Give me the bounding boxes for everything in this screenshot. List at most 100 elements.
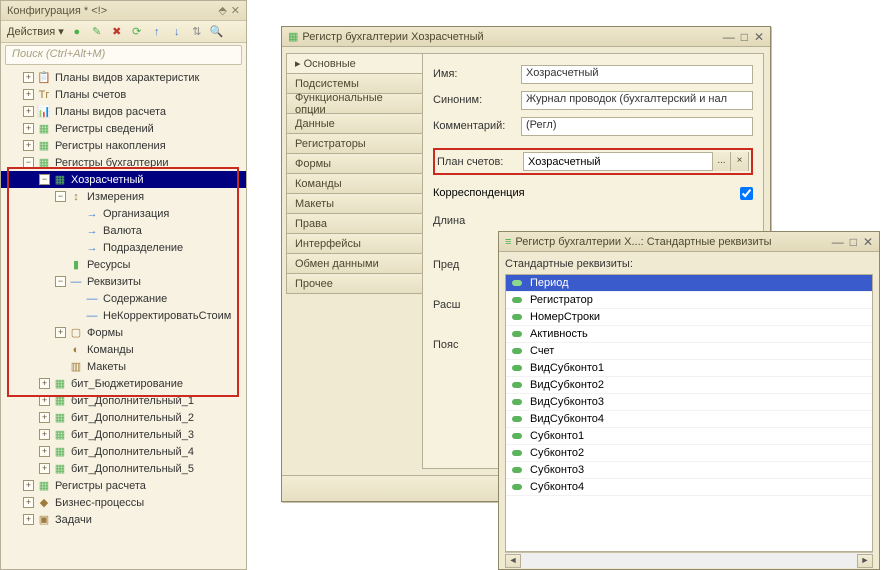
name-input[interactable]: Хозрасчетный: [521, 65, 753, 84]
expander-icon[interactable]: +: [55, 327, 66, 338]
tree-row[interactable]: →Валюта: [1, 222, 246, 239]
expander-icon[interactable]: +: [23, 140, 34, 151]
down-icon[interactable]: ↓: [170, 25, 184, 39]
expander-icon[interactable]: +: [23, 106, 34, 117]
expander-icon[interactable]: +: [23, 514, 34, 525]
tab-item[interactable]: Прочее: [286, 273, 422, 294]
tree-row[interactable]: +▢Формы: [1, 324, 246, 341]
tree-row[interactable]: —НеКорректироватьСтоим: [1, 307, 246, 324]
list-item[interactable]: Активность: [506, 326, 872, 343]
minimize-icon[interactable]: —: [723, 30, 735, 44]
tree-row[interactable]: +▦Регистры накопления: [1, 137, 246, 154]
expander-icon[interactable]: +: [39, 395, 50, 406]
tab-item[interactable]: Команды: [286, 173, 422, 194]
tab-item[interactable]: Интерфейсы: [286, 233, 422, 254]
scroll-right-button[interactable]: ►: [857, 554, 873, 568]
corr-checkbox[interactable]: [740, 187, 753, 200]
plan-clear-button[interactable]: ×: [730, 152, 748, 171]
list-item[interactable]: Период: [506, 275, 872, 292]
list-item[interactable]: ВидСубконто1: [506, 360, 872, 377]
tree-row[interactable]: ▥Макеты: [1, 358, 246, 375]
tab-item[interactable]: Права: [286, 213, 422, 234]
scroll-left-button[interactable]: ◄: [505, 554, 521, 568]
list-item[interactable]: Регистратор: [506, 292, 872, 309]
up-icon[interactable]: ↑: [150, 25, 164, 39]
maximize-icon[interactable]: □: [850, 235, 857, 249]
tree-row[interactable]: ◐Команды: [1, 341, 246, 358]
tab-item[interactable]: Формы: [286, 153, 422, 174]
tab-item[interactable]: Данные: [286, 113, 422, 134]
expander-icon[interactable]: +: [39, 446, 50, 457]
tree-row[interactable]: +◆Бизнес-процессы: [1, 494, 246, 511]
tree-row[interactable]: →Подразделение: [1, 239, 246, 256]
list-item[interactable]: Счет: [506, 343, 872, 360]
expander-icon[interactable]: −: [23, 157, 34, 168]
syn-input[interactable]: Журнал проводок (бухгалтерский и нал: [521, 91, 753, 110]
comment-input[interactable]: (Регл): [521, 117, 753, 136]
expander-icon[interactable]: +: [23, 123, 34, 134]
close-icon[interactable]: ✕: [231, 4, 240, 17]
tree-row[interactable]: −—Реквизиты: [1, 273, 246, 290]
list-item[interactable]: Субконто2: [506, 445, 872, 462]
tree-row[interactable]: +▦бит_Дополнительный_5: [1, 460, 246, 477]
expander-icon[interactable]: −: [39, 174, 50, 185]
close-icon[interactable]: ✕: [863, 235, 873, 249]
sort-icon[interactable]: ⇅: [190, 25, 204, 39]
tab-item[interactable]: Функциональные опции: [286, 93, 422, 114]
expander-icon[interactable]: +: [23, 89, 34, 100]
minimize-icon[interactable]: —: [832, 235, 844, 249]
expander-icon[interactable]: +: [39, 463, 50, 474]
tree-row[interactable]: +📋Планы видов характеристик: [1, 69, 246, 86]
expander-icon[interactable]: −: [55, 191, 66, 202]
list-item[interactable]: ВидСубконто2: [506, 377, 872, 394]
tree-row[interactable]: +▦бит_Бюджетирование: [1, 375, 246, 392]
pin-icon[interactable]: ⬘: [218, 4, 226, 17]
tree-row[interactable]: ▮Ресурсы: [1, 256, 246, 273]
tree-row[interactable]: +▦бит_Дополнительный_4: [1, 443, 246, 460]
delete-icon[interactable]: ✖: [110, 25, 124, 39]
edit-icon[interactable]: ✎: [90, 25, 104, 39]
standard-props-list[interactable]: ПериодРегистраторНомерСтрокиАктивностьСч…: [505, 274, 873, 552]
expander-icon[interactable]: +: [39, 429, 50, 440]
horizontal-scrollbar[interactable]: ◄ ►: [505, 552, 873, 568]
tree-row[interactable]: +▣Задачи: [1, 511, 246, 528]
search-input[interactable]: Поиск (Ctrl+Alt+M): [5, 45, 242, 65]
plan-input[interactable]: Хозрасчетный ... ×: [523, 152, 749, 171]
config-tree[interactable]: +📋Планы видов характеристик+ТгПланы счет…: [1, 67, 246, 569]
expander-icon[interactable]: −: [55, 276, 66, 287]
list-item[interactable]: Субконто4: [506, 479, 872, 496]
tree-row[interactable]: −▦Хозрасчетный: [1, 171, 246, 188]
tree-row[interactable]: −▦Регистры бухгалтерии: [1, 154, 246, 171]
refresh-icon[interactable]: ⟳: [130, 25, 144, 39]
tree-row[interactable]: −↕Измерения: [1, 188, 246, 205]
close-icon[interactable]: ✕: [754, 30, 764, 44]
tree-row[interactable]: +▦Регистры расчета: [1, 477, 246, 494]
tree-row[interactable]: →Организация: [1, 205, 246, 222]
add-icon[interactable]: ●: [70, 25, 84, 39]
find-icon[interactable]: 🔍: [210, 25, 224, 39]
tab-item[interactable]: ▸ Основные: [286, 53, 422, 74]
tab-item[interactable]: Обмен данными: [286, 253, 422, 274]
list-item[interactable]: ВидСубконто3: [506, 394, 872, 411]
tree-row[interactable]: +▦Регистры сведений: [1, 120, 246, 137]
expander-icon[interactable]: +: [23, 480, 34, 491]
tree-row[interactable]: +▦бит_Дополнительный_3: [1, 426, 246, 443]
tree-row[interactable]: +▦бит_Дополнительный_2: [1, 409, 246, 426]
expander-icon[interactable]: +: [39, 378, 50, 389]
plan-select-button[interactable]: ...: [712, 152, 730, 171]
list-item[interactable]: Субконто3: [506, 462, 872, 479]
expander-icon[interactable]: +: [39, 412, 50, 423]
tab-item[interactable]: Макеты: [286, 193, 422, 214]
tab-item[interactable]: Регистраторы: [286, 133, 422, 154]
list-item[interactable]: НомерСтроки: [506, 309, 872, 326]
tree-row[interactable]: —Содержание: [1, 290, 246, 307]
tree-row[interactable]: +ТгПланы счетов: [1, 86, 246, 103]
actions-menu[interactable]: Действия ▾: [7, 25, 64, 38]
expander-icon[interactable]: +: [23, 72, 34, 83]
list-item[interactable]: Субконто1: [506, 428, 872, 445]
expander-icon[interactable]: +: [23, 497, 34, 508]
maximize-icon[interactable]: □: [741, 30, 748, 44]
tree-row[interactable]: +▦бит_Дополнительный_1: [1, 392, 246, 409]
list-item[interactable]: ВидСубконто4: [506, 411, 872, 428]
tree-row[interactable]: +📊Планы видов расчета: [1, 103, 246, 120]
